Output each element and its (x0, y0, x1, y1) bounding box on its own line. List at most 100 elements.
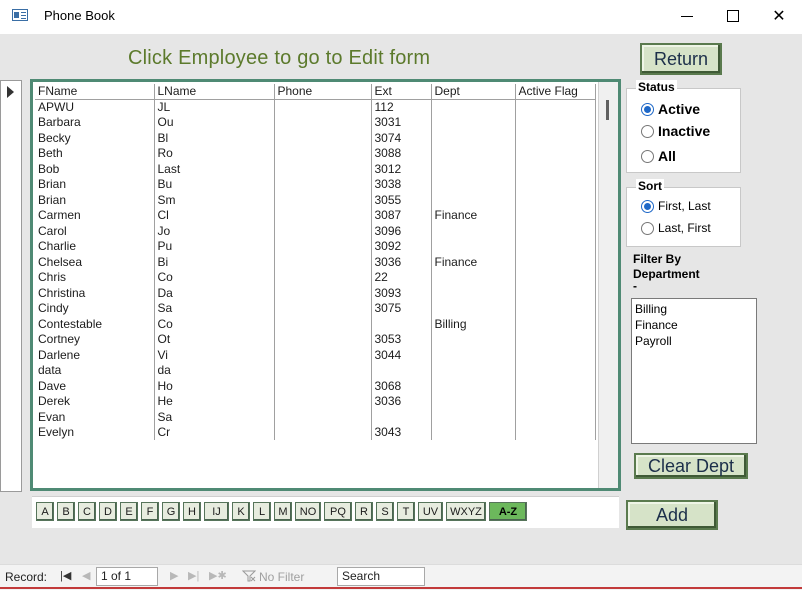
table-cell[interactable]: Bi (154, 254, 275, 270)
table-row[interactable]: Contestable Co Billing (35, 316, 596, 332)
table-cell[interactable] (274, 378, 372, 394)
table-cell[interactable] (515, 130, 596, 146)
table-cell[interactable] (515, 114, 596, 130)
table-cell[interactable] (515, 254, 596, 270)
sort-last-first-radio[interactable]: Last, First (641, 221, 711, 235)
table-cell[interactable] (515, 207, 596, 223)
table-row[interactable]: Beth Ro 3088 (35, 145, 596, 161)
table-cell[interactable]: Brian (35, 192, 155, 208)
table-cell[interactable] (515, 161, 596, 177)
table-cell[interactable]: 3036 (371, 254, 432, 270)
table-cell[interactable]: 3043 (371, 424, 432, 440)
return-button[interactable]: Return (640, 43, 722, 75)
table-cell[interactable]: Sa (154, 300, 275, 316)
table-cell[interactable]: Da (154, 285, 275, 301)
record-number-input[interactable]: 1 of 1 (96, 567, 158, 586)
table-row[interactable]: Bob Last 3012 (35, 161, 596, 177)
alpha-button-pq[interactable]: PQ (324, 502, 352, 521)
first-record-icon[interactable]: |◀ (60, 569, 71, 582)
table-cell[interactable] (274, 254, 372, 270)
status-all-radio[interactable]: All (641, 148, 676, 164)
table-cell[interactable] (515, 300, 596, 316)
status-active-radio[interactable]: Active (641, 101, 700, 117)
table-cell[interactable]: Charlie (35, 238, 155, 254)
table-row[interactable]: Barbara Ou 3031 (35, 114, 596, 130)
table-cell[interactable] (431, 378, 516, 394)
table-cell[interactable] (274, 409, 372, 425)
table-cell[interactable] (431, 331, 516, 347)
table-cell[interactable] (431, 269, 516, 285)
table-cell[interactable]: Brian (35, 176, 155, 192)
table-row[interactable]: Christina Da 3093 (35, 285, 596, 301)
table-cell[interactable] (274, 269, 372, 285)
table-cell[interactable] (431, 285, 516, 301)
table-cell[interactable] (274, 114, 372, 130)
table-cell[interactable]: Co (154, 269, 275, 285)
table-cell[interactable] (431, 161, 516, 177)
table-cell[interactable]: Ho (154, 378, 275, 394)
table-cell[interactable]: da (154, 362, 275, 378)
table-cell[interactable] (431, 145, 516, 161)
alpha-button-uv[interactable]: UV (418, 502, 443, 521)
table-cell[interactable]: Carmen (35, 207, 155, 223)
table-cell[interactable] (274, 285, 372, 301)
table-cell[interactable]: Barbara (35, 114, 155, 130)
table-cell[interactable] (515, 331, 596, 347)
alpha-button-b[interactable]: B (57, 502, 75, 521)
no-filter-button[interactable]: No Filter (259, 570, 304, 584)
table-cell[interactable]: Chris (35, 269, 155, 285)
table-cell[interactable] (431, 393, 516, 409)
table-cell[interactable]: 112 (371, 99, 432, 115)
table-cell[interactable] (431, 114, 516, 130)
table-cell[interactable] (431, 99, 516, 115)
department-listbox[interactable]: Billing Finance Payroll (631, 298, 757, 444)
table-cell[interactable]: data (35, 362, 155, 378)
table-cell[interactable]: Last (154, 161, 275, 177)
table-cell[interactable]: Christina (35, 285, 155, 301)
table-row[interactable]: Cindy Sa 3075 (35, 300, 596, 316)
table-row[interactable]: Evelyn Cr 3043 (35, 424, 596, 440)
table-cell[interactable]: Cortney (35, 331, 155, 347)
table-cell[interactable] (274, 176, 372, 192)
table-cell[interactable]: 3053 (371, 331, 432, 347)
table-cell[interactable] (431, 192, 516, 208)
table-cell[interactable] (431, 347, 516, 363)
table-cell[interactable] (515, 145, 596, 161)
table-cell[interactable]: Ot (154, 331, 275, 347)
table-cell[interactable] (274, 145, 372, 161)
table-cell[interactable]: Cindy (35, 300, 155, 316)
table-cell[interactable]: APWU (35, 99, 155, 115)
table-cell[interactable]: 3074 (371, 130, 432, 146)
table-cell[interactable] (274, 238, 372, 254)
table-cell[interactable]: Pu (154, 238, 275, 254)
table-cell[interactable] (431, 130, 516, 146)
table-row[interactable]: Cortney Ot 3053 (35, 331, 596, 347)
status-inactive-radio[interactable]: Inactive (641, 123, 710, 139)
table-cell[interactable]: Jo (154, 223, 275, 239)
table-cell[interactable] (515, 238, 596, 254)
table-cell[interactable]: 3075 (371, 300, 432, 316)
clear-dept-button[interactable]: Clear Dept (634, 453, 748, 479)
sort-first-last-radio[interactable]: First, Last (641, 199, 711, 213)
table-cell[interactable] (431, 409, 516, 425)
scrollbar-thumb[interactable] (606, 100, 609, 120)
table-cell[interactable] (274, 424, 372, 440)
table-cell[interactable]: Beth (35, 145, 155, 161)
table-cell[interactable] (274, 393, 372, 409)
table-cell[interactable] (515, 269, 596, 285)
minimize-button[interactable] (664, 0, 710, 31)
previous-record-icon[interactable]: ◀ (82, 569, 90, 582)
table-row[interactable]: Dave Ho 3068 (35, 378, 596, 394)
table-cell[interactable]: 3012 (371, 161, 432, 177)
table-cell[interactable]: Darlene (35, 347, 155, 363)
table-cell[interactable] (274, 161, 372, 177)
table-cell[interactable] (274, 316, 372, 332)
department-option[interactable]: Billing (635, 301, 753, 317)
table-cell[interactable]: Dave (35, 378, 155, 394)
table-cell[interactable]: Bl (154, 130, 275, 146)
table-cell[interactable] (371, 409, 432, 425)
table-cell[interactable] (274, 331, 372, 347)
list-scrollbar[interactable] (598, 82, 618, 488)
add-button[interactable]: Add (626, 500, 718, 530)
table-cell[interactable] (274, 347, 372, 363)
